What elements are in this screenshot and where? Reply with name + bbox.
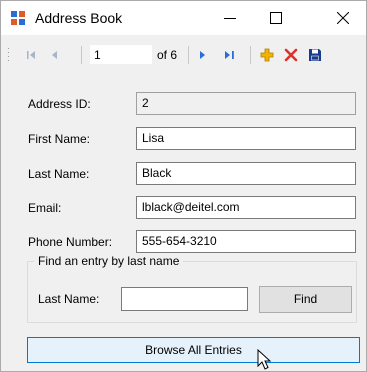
binding-navigator-toolbar: 1 of 6 [1,35,366,75]
maximize-button[interactable] [253,1,299,35]
mouse-pointer-icon [257,349,272,370]
close-button[interactable] [320,1,366,35]
search-last-name-input[interactable] [121,287,248,311]
find-button[interactable]: Find [259,286,352,313]
minimize-button[interactable] [207,1,253,35]
email-label: Email: [28,201,62,215]
save-icon [309,49,321,61]
save-button[interactable] [305,45,325,65]
position-input[interactable]: 1 [90,45,152,64]
move-first-icon [27,51,35,59]
move-previous-icon [52,51,57,59]
close-icon [337,12,349,24]
first-name-field[interactable]: Lisa [136,127,356,150]
move-last-button[interactable] [220,45,240,65]
add-new-icon [260,48,274,62]
browse-all-entries-button[interactable]: Browse All Entries [27,337,360,363]
email-field[interactable]: lblack@deitel.com [136,196,356,219]
last-name-field[interactable]: Black [136,162,356,185]
delete-button[interactable] [281,45,301,65]
window-title: Address Book [35,10,123,26]
move-first-button[interactable] [21,45,41,65]
toolbar-separator [250,46,251,64]
move-next-icon [200,51,205,59]
delete-icon [284,48,298,62]
title-bar: Address Book [1,1,366,35]
minimize-icon [224,18,236,19]
move-last-icon [225,51,234,59]
search-last-name-label: Last Name: [38,292,100,306]
first-name-label: First Name: [28,132,91,146]
app-icon [11,11,25,25]
last-name-label: Last Name: [28,167,90,181]
address-book-window: Address Book 1 of 6 Address ID: 2 First … [0,0,367,372]
find-entry-group-title: Find an entry by last name [34,254,184,268]
move-previous-button[interactable] [45,45,65,65]
phone-number-field[interactable]: 555-654-3210 [136,230,356,253]
address-id-field[interactable]: 2 [136,92,356,115]
toolbar-separator [188,46,189,64]
add-new-button[interactable] [257,45,277,65]
record-count-label: of 6 [157,48,178,62]
address-id-label: Address ID: [28,97,91,111]
phone-number-label: Phone Number: [28,235,113,249]
toolbar-separator [81,46,82,64]
toolbar-grip[interactable] [7,48,10,64]
move-next-button[interactable] [192,45,212,65]
maximize-icon [270,12,282,24]
